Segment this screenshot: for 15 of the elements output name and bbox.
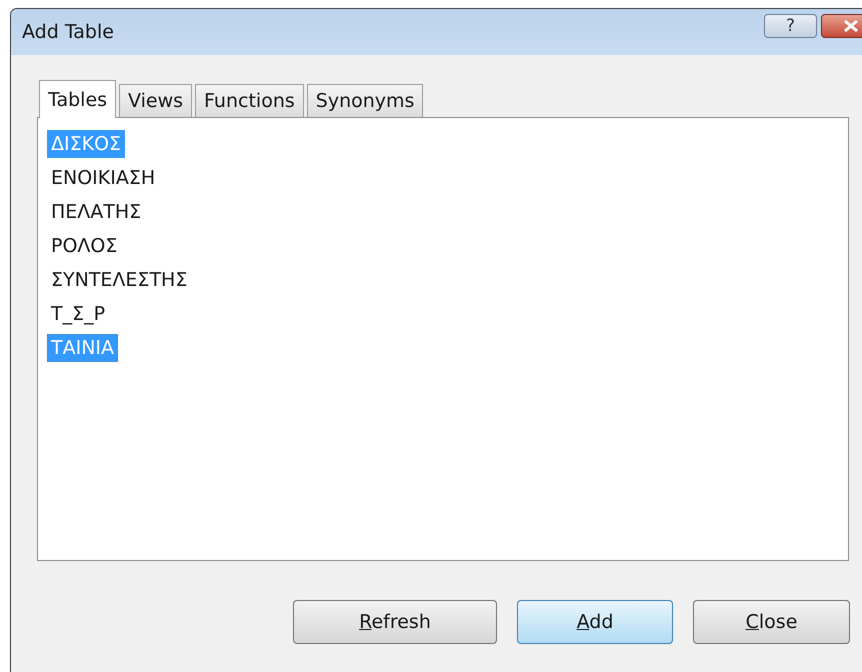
tab[interactable]: Tables (39, 80, 116, 118)
tab[interactable]: Views (119, 84, 192, 117)
dialog-button[interactable]: Close (693, 600, 850, 644)
help-button[interactable]: ? (764, 14, 817, 38)
list-item[interactable]: ΡΟΛΟΣ (47, 232, 122, 260)
list-item[interactable]: ΣΥΝΤΕΛΕΣΤΗΣ (47, 266, 192, 294)
dialog-button[interactable]: Add (517, 600, 673, 644)
close-icon (842, 19, 860, 33)
list-item[interactable]: ΕΝΟΙΚΙΑΣΗ (47, 164, 160, 192)
window-title: Add Table (22, 21, 115, 43)
list-item[interactable]: Τ_Σ_Ρ (47, 300, 110, 328)
dialog-button[interactable]: Refresh (293, 600, 497, 644)
tab[interactable]: Synonyms (306, 84, 424, 117)
list-item[interactable]: ΠΕΛΑΤΗΣ (47, 198, 146, 226)
tab[interactable]: Functions (195, 84, 304, 117)
